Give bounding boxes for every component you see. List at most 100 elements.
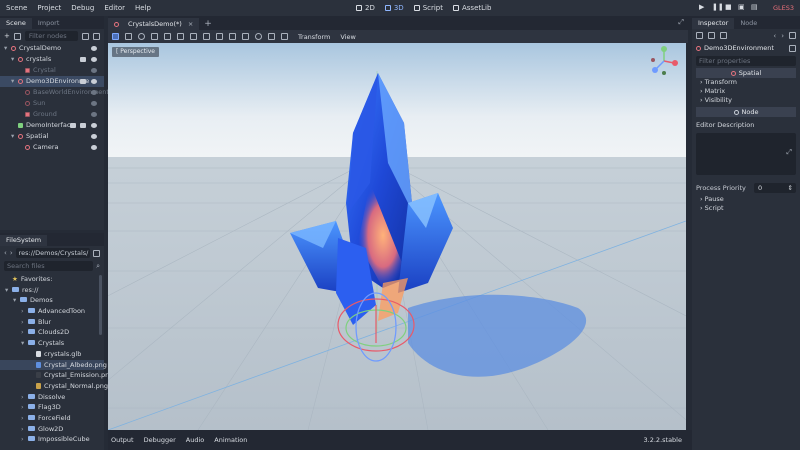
property-script[interactable]: › Script: [692, 204, 800, 213]
visibility-eye-icon[interactable]: [91, 90, 97, 95]
new-resource-icon[interactable]: [696, 32, 703, 39]
property-matrix[interactable]: › Matrix: [692, 87, 800, 96]
expand-arrow-icon[interactable]: ›: [21, 327, 28, 338]
filesystem-scrollbar[interactable]: [99, 275, 102, 335]
mode-assetlib[interactable]: AssetLib: [453, 4, 491, 12]
visibility-eye-icon[interactable]: [91, 134, 97, 139]
tab-animation[interactable]: Animation: [214, 436, 247, 444]
property-transform[interactable]: › Transform: [692, 78, 800, 87]
menu-editor[interactable]: Editor: [104, 4, 125, 12]
lock-icon[interactable]: [177, 33, 184, 40]
scene-node-demointerface[interactable]: DemoInterface: [0, 120, 104, 131]
add-tab-icon[interactable]: +: [204, 18, 212, 30]
rotate-mode-icon[interactable]: [138, 33, 145, 40]
scene-node-demo3denvironme[interactable]: ▾ Demo3DEnvironme: [0, 76, 104, 87]
tab-scene[interactable]: Scene: [0, 18, 32, 29]
environment-preview-icon[interactable]: [268, 33, 275, 40]
section-node[interactable]: Node: [696, 107, 796, 117]
play-custom-icon[interactable]: ▤: [751, 3, 758, 11]
transform-menu[interactable]: Transform: [298, 33, 330, 41]
stop-icon[interactable]: ■: [725, 3, 732, 11]
tab-import[interactable]: Import: [32, 18, 66, 29]
scene-node-sun[interactable]: Sun: [0, 98, 104, 109]
move-mode-icon[interactable]: [125, 33, 132, 40]
link-icon[interactable]: [13, 32, 21, 40]
add-node-icon[interactable]: +: [4, 32, 10, 40]
expand-arrow-icon[interactable]: ›: [21, 413, 28, 424]
expand-arrow-icon[interactable]: ›: [21, 402, 28, 413]
editor-description-field[interactable]: ⤢: [696, 133, 796, 175]
pause-icon[interactable]: ❚❚: [712, 3, 724, 11]
filter-nodes-input[interactable]: Filter nodes: [24, 31, 78, 41]
visibility-eye-icon[interactable]: [91, 68, 97, 73]
visibility-eye-icon[interactable]: [91, 57, 97, 62]
tab-inspector[interactable]: Inspector: [692, 18, 735, 29]
scene-instance-icon[interactable]: [80, 123, 86, 128]
scene-node-crystaldemo[interactable]: ▾ CrystalDemo: [0, 43, 104, 54]
expand-arrow-icon[interactable]: ▾: [11, 76, 18, 87]
expand-arrow-icon[interactable]: ▾: [4, 43, 11, 54]
process-priority-field[interactable]: 0 ⇕: [754, 183, 796, 193]
file-item[interactable]: › Clouds2D: [0, 327, 104, 338]
expand-icon[interactable]: ⤢: [786, 148, 792, 157]
expand-arrow-icon[interactable]: ▾: [21, 338, 28, 349]
file-item[interactable]: › ImpossibleCube: [0, 434, 104, 445]
local-space-icon[interactable]: [229, 33, 236, 40]
object-menu-icon[interactable]: [789, 44, 796, 52]
filter-properties-input[interactable]: Filter properties: [696, 56, 796, 66]
scene-node-baseworldenvironment[interactable]: BaseWorldEnvironment: [0, 87, 109, 98]
menu-help[interactable]: Help: [135, 4, 151, 12]
unlock-icon[interactable]: [190, 33, 197, 40]
scene-extra-icon[interactable]: [93, 32, 100, 40]
expand-arrow-icon[interactable]: ▾: [11, 131, 18, 142]
view-menu[interactable]: View: [340, 33, 355, 41]
file-item[interactable]: › AdvancedToon: [0, 306, 104, 317]
expand-arrow-icon[interactable]: ›: [21, 306, 28, 317]
section-spatial[interactable]: Spatial: [696, 68, 796, 78]
scene-node-spatial[interactable]: ▾ Spatial: [0, 131, 104, 142]
menu-project[interactable]: Project: [37, 4, 61, 12]
close-icon[interactable]: ×: [188, 18, 193, 30]
file-item[interactable]: crystals.glb: [0, 349, 104, 360]
back-icon[interactable]: ‹: [4, 249, 7, 257]
scale-mode-icon[interactable]: [151, 33, 158, 40]
mode-script[interactable]: Script: [413, 4, 443, 12]
spin-icon[interactable]: ⇕: [788, 183, 793, 193]
camera-override-icon[interactable]: [281, 33, 288, 40]
property-pause[interactable]: › Pause: [692, 195, 800, 204]
scene-node-crystals[interactable]: ▾ crystals: [0, 54, 104, 65]
menu-debug[interactable]: Debug: [71, 4, 94, 12]
property-visibility[interactable]: › Visibility: [692, 96, 800, 105]
search-files-input[interactable]: Search files: [4, 261, 94, 271]
split-view-icon[interactable]: [93, 249, 100, 257]
file-item[interactable]: Crystal_Emission.pn: [0, 370, 109, 381]
expand-arrow-icon[interactable]: ›: [21, 392, 28, 403]
select-mode-icon[interactable]: [112, 33, 119, 40]
sun-preview-icon[interactable]: [255, 33, 262, 40]
ungroup-icon[interactable]: [216, 33, 223, 40]
mode-3d[interactable]: 3D: [384, 4, 404, 12]
file-item[interactable]: › Dissolve: [0, 392, 104, 403]
file-item[interactable]: ▾ res://: [0, 285, 104, 296]
scene-script-icon[interactable]: [82, 32, 89, 40]
visibility-eye-icon[interactable]: [91, 123, 97, 128]
history-list-icon[interactable]: [789, 32, 796, 39]
file-item[interactable]: Crystal_Normal.png: [0, 381, 108, 392]
scene-node-ground[interactable]: Ground: [0, 109, 104, 120]
visibility-eye-icon[interactable]: [91, 46, 97, 51]
visibility-eye-icon[interactable]: [91, 112, 97, 117]
visibility-eye-icon[interactable]: [91, 101, 97, 106]
save-resource-icon[interactable]: [720, 32, 727, 39]
history-back-icon[interactable]: ‹: [773, 32, 776, 40]
script-icon[interactable]: [70, 123, 76, 128]
search-icon[interactable]: ⌕: [96, 262, 100, 271]
visibility-eye-icon[interactable]: [91, 79, 97, 84]
mode-2d[interactable]: 2D: [356, 4, 375, 12]
play-scene-icon[interactable]: ▣: [738, 3, 745, 11]
load-resource-icon[interactable]: [708, 32, 715, 39]
forward-icon[interactable]: ›: [10, 249, 13, 257]
scene-node-camera[interactable]: Camera: [0, 142, 104, 153]
file-item[interactable]: ▾ Demos: [0, 295, 104, 306]
path-field[interactable]: res://Demos/Crystals/: [15, 248, 90, 258]
tab-crystals-demo[interactable]: CrystalsDemo(*) ×: [108, 18, 200, 30]
